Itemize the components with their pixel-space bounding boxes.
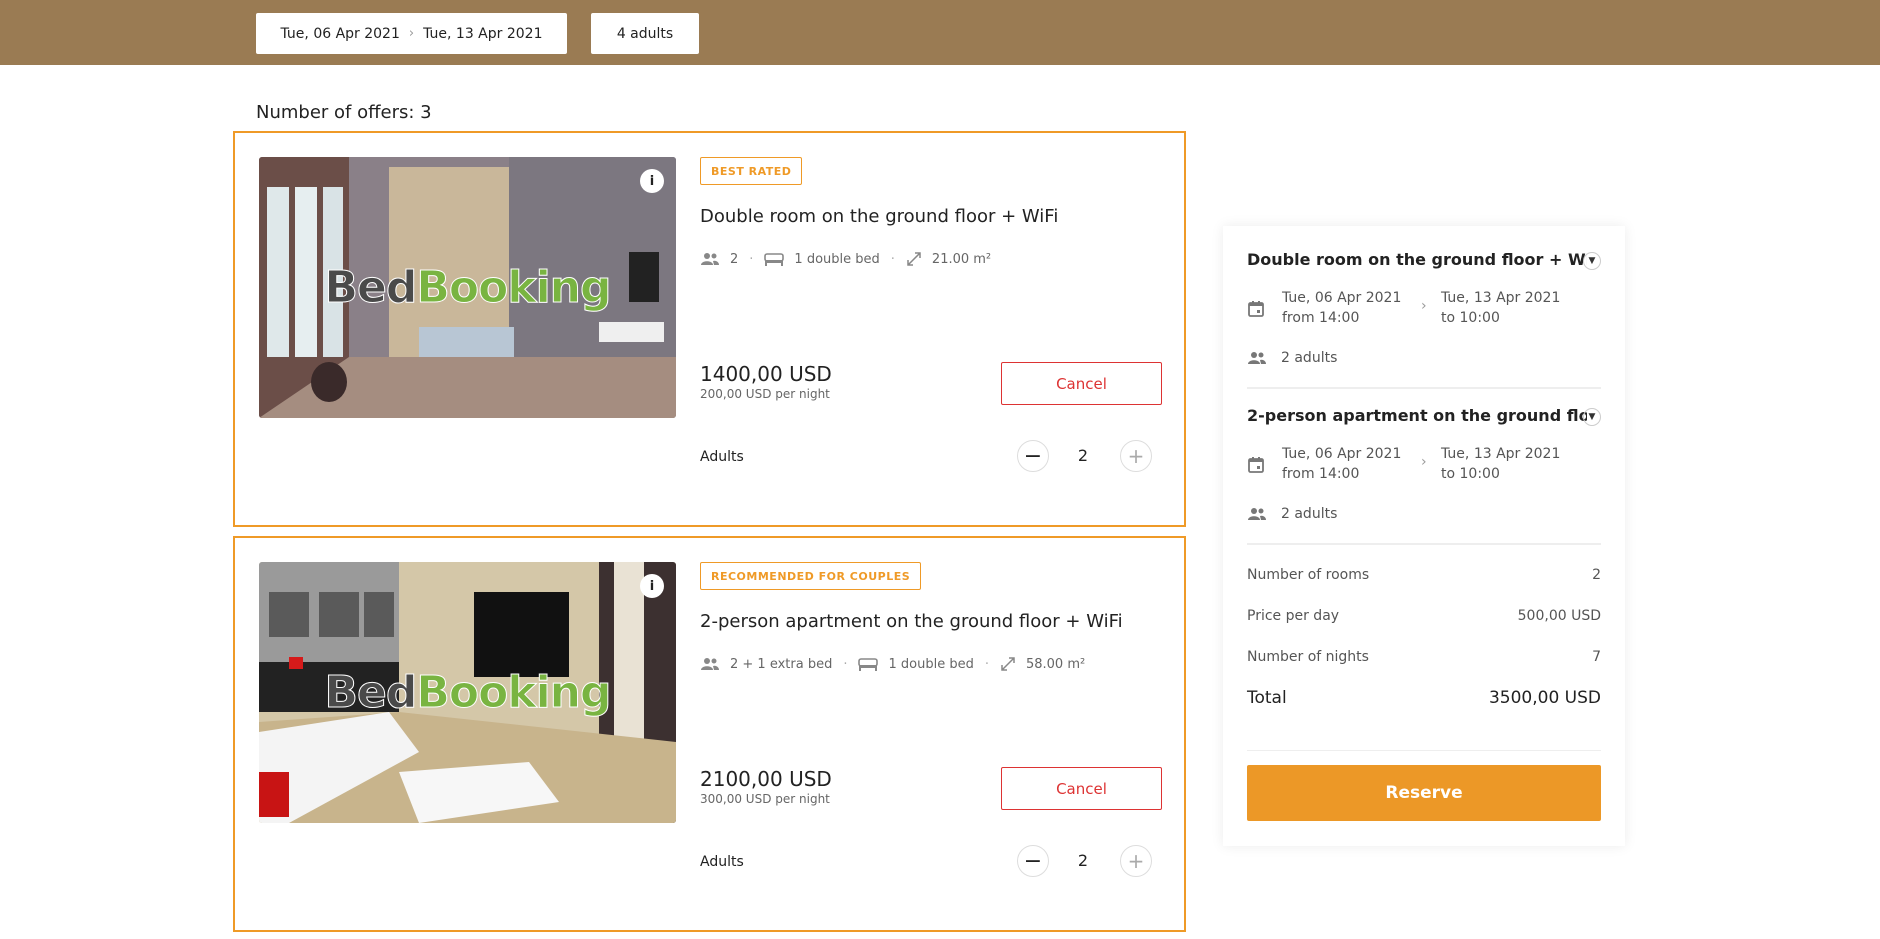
beds-feature: 1 double bed	[764, 252, 880, 267]
summary-room: Double room on the ground floor + WiFi ▼…	[1247, 250, 1601, 366]
date-range-picker[interactable]: Tue, 06 Apr 2021 › Tue, 13 Apr 2021	[256, 13, 567, 54]
capacity-feature: 2 + 1 extra bed	[700, 657, 832, 672]
beds-feature: 1 double bed	[858, 657, 974, 672]
increment-button[interactable]: +	[1120, 845, 1152, 877]
check-in-date: Tue, 06 Apr 2021	[280, 25, 400, 42]
decrement-button[interactable]: −	[1017, 845, 1049, 877]
capacity-feature: 2	[700, 252, 738, 267]
offer-card: BedBooking i BEST RATED Double room on t…	[233, 131, 1186, 527]
summary-guests: 2 adults	[1247, 506, 1337, 522]
offer-price: 2100,00 USD	[700, 767, 832, 791]
area-feature: 21.00 m²	[906, 251, 991, 267]
decrement-button[interactable]: −	[1017, 440, 1049, 472]
people-icon	[701, 253, 719, 265]
bed-icon	[858, 658, 879, 671]
divider	[1247, 750, 1601, 751]
expand-icon	[1001, 657, 1015, 671]
offer-card: BedBooking i RECOMMENDED FOR COUPLES 2-p…	[233, 536, 1186, 932]
room-features: 2 · 1 double bed · 21.00 m²	[700, 251, 991, 267]
info-icon[interactable]: i	[640, 169, 664, 193]
chevron-right-icon: ›	[408, 26, 415, 41]
increment-button[interactable]: +	[1120, 440, 1152, 472]
adults-value: 2	[1077, 851, 1089, 870]
best-rated-badge: BEST RATED	[700, 157, 803, 185]
people-icon	[701, 658, 719, 670]
people-icon	[1248, 508, 1266, 520]
divider	[1247, 387, 1601, 389]
summary-dates: Tue, 06 Apr 2021 from 14:00 › Tue, 13 Apr…	[1247, 288, 1601, 332]
cancel-button[interactable]: Cancel	[1001, 767, 1162, 810]
people-icon	[1248, 352, 1266, 364]
recommended-badge: RECOMMENDED FOR COUPLES	[700, 562, 922, 590]
calendar-icon	[1248, 457, 1264, 473]
offers-count: Number of offers: 3	[256, 102, 432, 123]
adults-value: 2	[1077, 446, 1089, 465]
calendar-icon	[1248, 301, 1264, 317]
info-icon[interactable]: i	[640, 574, 664, 598]
area-feature: 58.00 m²	[1000, 656, 1085, 672]
summary-check-in: Tue, 06 Apr 2021 from 14:00	[1282, 446, 1402, 482]
adults-label: Adults	[700, 854, 744, 870]
summary-guests: 2 adults	[1247, 350, 1337, 366]
reserve-button[interactable]: Reserve	[1247, 765, 1601, 821]
price-per-day-row: Price per day 500,00 USD	[1247, 608, 1601, 624]
chevron-right-icon: ›	[1421, 298, 1427, 314]
summary-room-name: 2-person apartment on the ground floor +…	[1247, 406, 1587, 425]
summary-room-name: Double room on the ground floor + WiFi	[1247, 250, 1587, 269]
summary-check-in: Tue, 06 Apr 2021 from 14:00	[1282, 290, 1402, 326]
expand-icon	[907, 252, 921, 266]
summary-room: 2-person apartment on the ground floor +…	[1247, 406, 1601, 522]
number-of-rooms-row: Number of rooms 2	[1247, 567, 1601, 583]
room-features: 2 + 1 extra bed · 1 double bed · 58.00 m…	[700, 656, 1085, 672]
divider	[1247, 543, 1601, 545]
chevron-down-icon[interactable]: ▼	[1583, 252, 1601, 270]
bed-icon	[764, 253, 785, 266]
room-title[interactable]: Double room on the ground floor + WiFi	[700, 206, 1058, 227]
price-per-night: 200,00 USD per night	[700, 387, 830, 401]
number-of-nights-row: Number of nights 7	[1247, 649, 1601, 665]
summary-check-out: Tue, 13 Apr 2021 to 10:00	[1441, 446, 1561, 482]
chevron-down-icon[interactable]: ▼	[1583, 408, 1601, 426]
room-title[interactable]: 2-person apartment on the ground floor +…	[700, 611, 1123, 632]
offer-price: 1400,00 USD	[700, 362, 832, 386]
total-row: Total 3500,00 USD	[1247, 688, 1601, 708]
booking-summary: Double room on the ground floor + WiFi ▼…	[1223, 226, 1625, 846]
chevron-right-icon: ›	[1421, 454, 1427, 470]
summary-check-out: Tue, 13 Apr 2021 to 10:00	[1441, 290, 1561, 326]
price-per-night: 300,00 USD per night	[700, 792, 830, 806]
room-photo[interactable]: BedBooking i	[259, 562, 676, 823]
search-bar: Tue, 06 Apr 2021 › Tue, 13 Apr 2021 4 ad…	[0, 0, 1880, 65]
summary-dates: Tue, 06 Apr 2021 from 14:00 › Tue, 13 Apr…	[1247, 444, 1601, 488]
guests-selector[interactable]: 4 adults	[591, 13, 699, 54]
guests-label: 4 adults	[616, 25, 674, 42]
check-out-date: Tue, 13 Apr 2021	[423, 25, 543, 42]
adults-label: Adults	[700, 449, 744, 465]
cancel-button[interactable]: Cancel	[1001, 362, 1162, 405]
bedbooking-logo: BedBooking	[324, 667, 612, 719]
bedbooking-logo: BedBooking	[324, 262, 612, 314]
room-photo[interactable]: BedBooking i	[259, 157, 676, 418]
